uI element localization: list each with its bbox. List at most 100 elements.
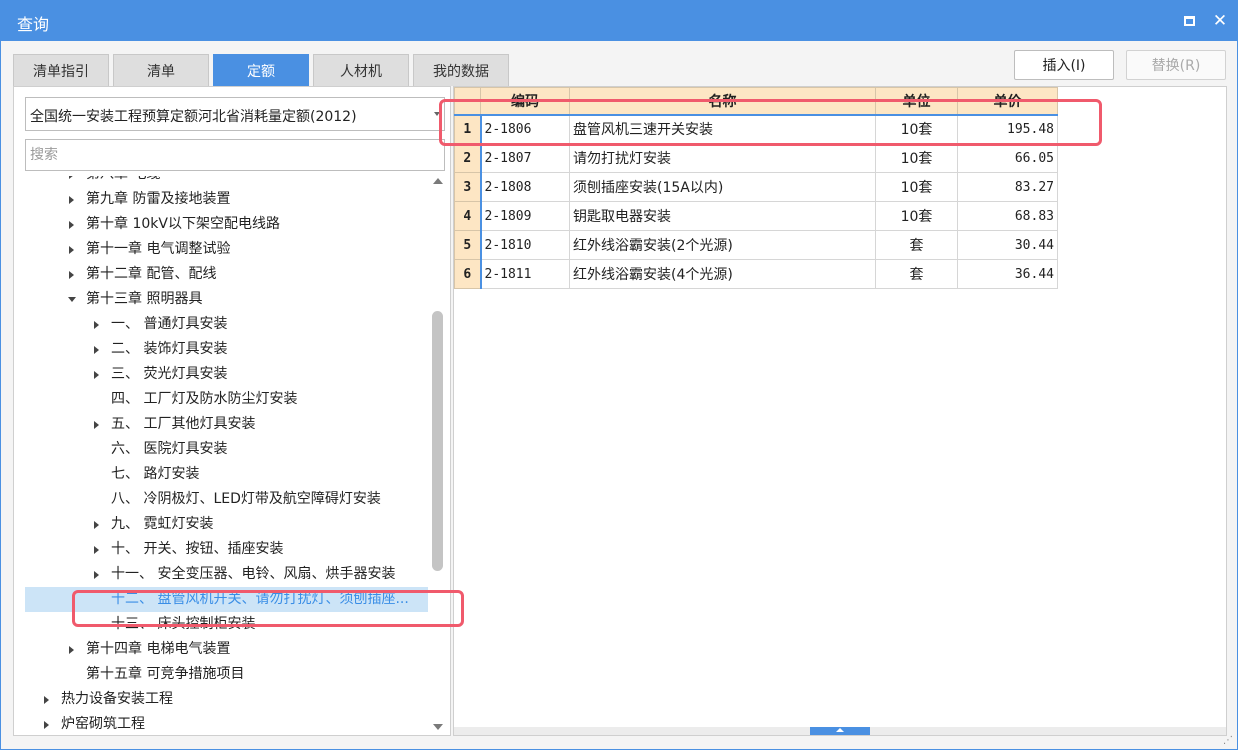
tree-node[interactable]: 七、 路灯安装: [25, 462, 428, 487]
grid-header-code[interactable]: 编码: [480, 87, 570, 115]
table-row[interactable]: 3 2-1808 须刨插座安装(15A以内) 10套 83.27: [454, 172, 1058, 202]
tab-quota[interactable]: 定额: [213, 54, 309, 86]
tree-node[interactable]: 第十二章 配管、配线: [25, 262, 428, 287]
table-row[interactable]: 2 2-1807 请勿打扰灯安装 10套 66.05: [454, 143, 1058, 173]
expand-right-icon[interactable]: [94, 371, 99, 379]
code-cell[interactable]: 2-1810: [479, 230, 570, 260]
unit-cell[interactable]: 套: [875, 259, 958, 289]
code-cell[interactable]: 2-1807: [479, 143, 570, 173]
expand-right-icon[interactable]: [44, 696, 49, 704]
scroll-down-icon[interactable]: [433, 724, 443, 730]
row-number[interactable]: 2: [454, 143, 481, 173]
expand-right-icon[interactable]: [69, 221, 74, 229]
tree-node[interactable]: 八、 冷阴极灯、LED灯带及航空障碍灯安装: [25, 487, 428, 512]
maximize-button[interactable]: [1177, 9, 1201, 33]
expand-right-icon[interactable]: [94, 421, 99, 429]
table-row[interactable]: 4 2-1809 钥匙取电器安装 10套 68.83: [454, 201, 1058, 231]
expand-right-icon[interactable]: [69, 176, 74, 179]
expand-down-icon[interactable]: [68, 297, 76, 302]
price-cell[interactable]: 66.05: [957, 143, 1058, 173]
name-cell[interactable]: 请勿打扰灯安装: [569, 143, 876, 173]
row-number[interactable]: 1: [454, 113, 481, 144]
tree-node[interactable]: 五、 工厂其他灯具安装: [25, 412, 428, 437]
expand-right-icon[interactable]: [94, 571, 99, 579]
row-number[interactable]: 5: [454, 230, 481, 260]
library-select[interactable]: 全国统一安装工程预算定额河北省消耗量定额(2012): [25, 97, 445, 131]
expand-right-icon[interactable]: [69, 196, 74, 204]
expand-right-icon[interactable]: [44, 721, 49, 729]
table-row[interactable]: 6 2-1811 红外线浴霸安装(4个光源) 套 36.44: [454, 259, 1058, 289]
table-row[interactable]: 1 2-1806 盘管风机三速开关安装 10套 195.48: [454, 113, 1058, 144]
code-cell[interactable]: 2-1811: [479, 259, 570, 289]
scroll-up-icon[interactable]: [433, 178, 443, 184]
expand-right-icon[interactable]: [94, 346, 99, 354]
table-row[interactable]: 5 2-1810 红外线浴霸安装(2个光源) 套 30.44: [454, 230, 1058, 260]
code-cell[interactable]: 2-1809: [479, 201, 570, 231]
tree-node[interactable]: 十一、 安全变压器、电铃、风扇、烘手器安装: [25, 562, 428, 587]
search-input[interactable]: [25, 139, 445, 171]
tree-node[interactable]: 九、 霓虹灯安装: [25, 512, 428, 537]
tree-node[interactable]: 二、 装饰灯具安装: [25, 337, 428, 362]
row-number[interactable]: 6: [454, 259, 481, 289]
insert-button[interactable]: 插入(I): [1014, 50, 1114, 80]
unit-cell[interactable]: 套: [875, 230, 958, 260]
replace-button[interactable]: 替换(R): [1126, 50, 1226, 80]
tree-node[interactable]: 第十章 10kV以下架空配电线路: [25, 212, 428, 237]
unit-cell[interactable]: 10套: [875, 201, 958, 231]
name-cell[interactable]: 红外线浴霸安装(4个光源): [569, 259, 876, 289]
price-cell[interactable]: 195.48: [957, 113, 1058, 144]
price-cell[interactable]: 36.44: [957, 259, 1058, 289]
name-cell[interactable]: 钥匙取电器安装: [569, 201, 876, 231]
tree-node[interactable]: 第九章 防雷及接地装置: [25, 187, 428, 212]
code-cell[interactable]: 2-1806: [479, 113, 570, 144]
row-number[interactable]: 4: [454, 201, 481, 231]
price-cell[interactable]: 68.83: [957, 201, 1058, 231]
name-cell[interactable]: 红外线浴霸安装(2个光源): [569, 230, 876, 260]
scroll-thumb[interactable]: [432, 311, 443, 571]
unit-cell[interactable]: 10套: [875, 172, 958, 202]
tab-list-guide[interactable]: 清单指引: [13, 54, 109, 86]
expand-right-icon[interactable]: [94, 321, 99, 329]
tree-node[interactable]: 炉窑砌筑工程: [25, 712, 428, 736]
tree-scrollbar[interactable]: [430, 176, 446, 736]
expand-right-icon[interactable]: [69, 646, 74, 654]
tree-node[interactable]: 第十五章 可竞争措施项目: [25, 662, 428, 687]
tree-node[interactable]: 三、 荧光灯具安装: [25, 362, 428, 387]
tree-node[interactable]: 六、 医院灯具安装: [25, 437, 428, 462]
tree-node[interactable]: 第十一章 电气调整试验: [25, 237, 428, 262]
grid-horizontal-scrollbar[interactable]: [454, 727, 1226, 735]
name-cell[interactable]: 盘管风机三速开关安装: [569, 113, 876, 144]
row-number[interactable]: 3: [454, 172, 481, 202]
tree-node[interactable]: 一、 普通灯具安装: [25, 312, 428, 337]
tree-node[interactable]: 十、 开关、按钮、插座安装: [25, 537, 428, 562]
price-cell[interactable]: 30.44: [957, 230, 1058, 260]
grid-header-row: 编码 名称 单位 单价: [454, 87, 1058, 115]
tree-node[interactable]: 第十三章 照明器具: [25, 287, 428, 312]
tree-node[interactable]: 第八章 电缆: [25, 176, 428, 187]
name-cell[interactable]: 须刨插座安装(15A以内): [569, 172, 876, 202]
expand-right-icon[interactable]: [94, 546, 99, 554]
grid-header-price[interactable]: 单价: [957, 87, 1058, 115]
unit-cell[interactable]: 10套: [875, 143, 958, 173]
tab-my-data[interactable]: 我的数据: [413, 54, 509, 86]
grid-header-unit[interactable]: 单位: [875, 87, 958, 115]
expand-right-icon[interactable]: [69, 271, 74, 279]
tree-node-label: 十一、 安全变压器、电铃、风扇、烘手器安装: [111, 566, 396, 582]
resize-grip-icon[interactable]: ⋰: [1223, 735, 1233, 746]
tab-labor-materials[interactable]: 人材机: [313, 54, 409, 86]
tree-node[interactable]: 热力设备安装工程: [25, 687, 428, 712]
close-button[interactable]: ✕: [1208, 9, 1232, 33]
tab-list[interactable]: 清单: [113, 54, 209, 86]
unit-cell[interactable]: 10套: [875, 113, 958, 144]
tree-node[interactable]: 四、 工厂灯及防水防尘灯安装: [25, 387, 428, 412]
tree-node[interactable]: 第十四章 电梯电气装置: [25, 637, 428, 662]
tree-node-label: 第十二章 配管、配线: [86, 266, 217, 282]
expand-right-icon[interactable]: [94, 521, 99, 529]
code-cell[interactable]: 2-1808: [479, 172, 570, 202]
expand-right-icon[interactable]: [69, 246, 74, 254]
tree-node[interactable]: 十三、 床头控制柜安装: [25, 612, 428, 637]
price-cell[interactable]: 83.27: [957, 172, 1058, 202]
grid-header-name[interactable]: 名称: [569, 87, 876, 115]
scroll-handle[interactable]: [810, 727, 870, 735]
tree-node[interactable]: 十二、 盘管风机开关、请勿打扰灯、须刨插座...: [25, 587, 428, 612]
